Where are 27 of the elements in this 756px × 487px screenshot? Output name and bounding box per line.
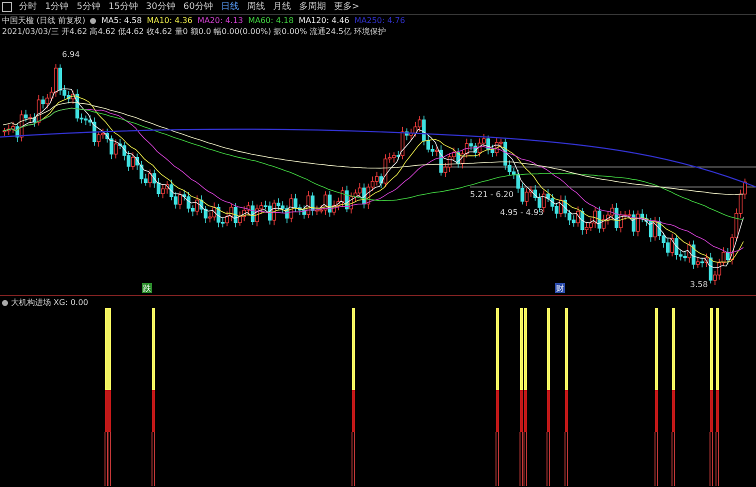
period-tab[interactable]: 更多> xyxy=(330,1,362,13)
moving-average-value: MA20: 4.13 xyxy=(197,16,244,25)
period-tab[interactable]: 分时 xyxy=(16,1,40,13)
quote-line: 2021/03/03/三 开4.62 高4.62 低4.62 收4.62 量0 额0.0 幅0.00(0.00%) 振0.00% 流通24.5亿 环境保护 xyxy=(2,26,386,37)
period-tab[interactable]: 30分钟 xyxy=(142,1,178,13)
period-tab[interactable]: 多周期 xyxy=(296,1,329,13)
moving-average-value: MA5: 4.58 xyxy=(101,16,142,25)
price-label: 4.95 - 4.93 xyxy=(500,208,544,217)
period-tab[interactable]: 周线 xyxy=(244,1,268,13)
period-tab[interactable]: 5分钟 xyxy=(74,1,104,13)
moving-average-value: MA250: 4.76 xyxy=(354,16,406,25)
moving-average-value: MA10: 4.36 xyxy=(146,16,192,25)
menu-icon[interactable] xyxy=(2,2,12,12)
price-label: 6.94 xyxy=(62,50,80,59)
indicator-title: 大机构进场 XG: 0.00 xyxy=(11,297,88,308)
stock-title: 中国天楹 (日线 前复权) xyxy=(2,15,86,26)
moving-average-value: MA60: 4.18 xyxy=(248,16,294,25)
period-tab[interactable]: 1分钟 xyxy=(42,1,72,13)
moving-average-value: MA120: 4.46 xyxy=(298,16,350,25)
period-tab[interactable]: 月线 xyxy=(270,1,294,13)
period-tab[interactable]: 60分钟 xyxy=(180,1,216,13)
event-marker: 跌 xyxy=(142,283,152,293)
price-label: 3.58 xyxy=(690,280,708,289)
price-label: 5.21 - 6.20 xyxy=(470,190,514,199)
period-tab[interactable]: 15分钟 xyxy=(105,1,141,13)
event-marker: 财 xyxy=(555,283,565,293)
period-tab[interactable]: 日线 xyxy=(218,1,242,13)
